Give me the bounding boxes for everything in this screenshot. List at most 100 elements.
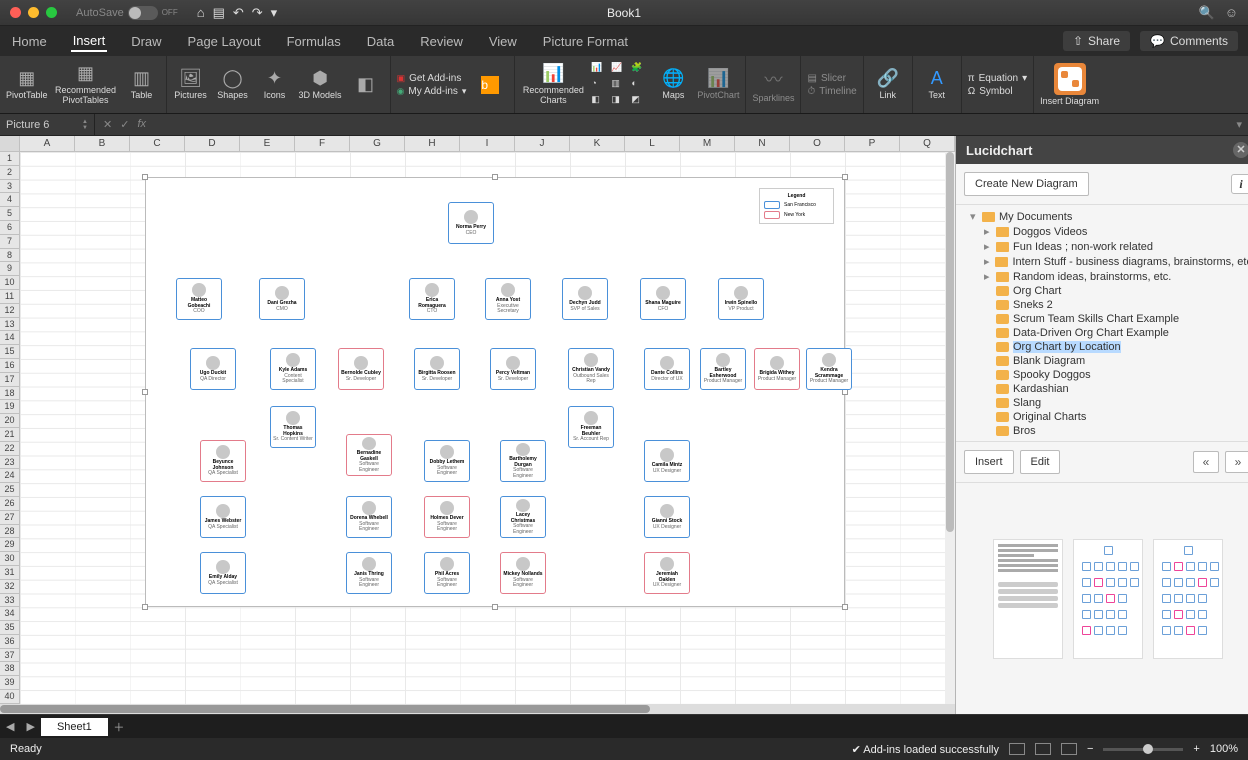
pictures-button[interactable]: 🖼Pictures <box>173 68 209 101</box>
tree-document[interactable]: Data-Driven Org Chart Example <box>960 326 1248 340</box>
resize-handle[interactable] <box>842 604 848 610</box>
row-headers[interactable]: 1234567891011121314151617181920212223242… <box>0 152 20 704</box>
nav-next-button[interactable]: » <box>1225 451 1248 473</box>
qat-more-icon[interactable]: ▾ <box>271 5 278 21</box>
comments-button[interactable]: 💬Comments <box>1140 31 1238 51</box>
tree-document[interactable]: Bros <box>960 424 1248 438</box>
cancel-formula-icon[interactable]: ✕ <box>103 118 112 131</box>
page-previews[interactable] <box>956 482 1248 714</box>
tree-folder[interactable]: ▸Doggos Videos <box>960 224 1248 239</box>
name-box[interactable]: Picture 6 ▲▼ <box>0 114 95 135</box>
resize-handle[interactable] <box>842 174 848 180</box>
table-button[interactable]: ▥Table <box>124 68 160 101</box>
page-break-view-icon[interactable] <box>1061 743 1077 755</box>
tab-home[interactable]: Home <box>10 32 49 51</box>
timeline-button[interactable]: ⏱Timeline <box>807 86 856 97</box>
smartart-button[interactable]: ◧ <box>348 74 384 95</box>
tree-document[interactable]: Org Chart by Location <box>960 340 1248 354</box>
shapes-button[interactable]: ◯Shapes <box>215 68 251 101</box>
nav-prev-button[interactable]: « <box>1193 451 1219 473</box>
window-close-dot[interactable] <box>10 7 21 18</box>
home-icon[interactable]: ⌂ <box>197 5 205 21</box>
info-icon[interactable]: i <box>1231 174 1248 194</box>
tree-document[interactable]: Org Chart <box>960 284 1248 298</box>
close-panel-icon[interactable]: ✕ <box>1233 142 1248 158</box>
sheet-nav-next[interactable]: ▶ <box>20 720 40 733</box>
tab-review[interactable]: Review <box>418 32 465 51</box>
org-chart-picture[interactable]: Legend San Francisco New York Norma Perr… <box>145 177 845 607</box>
window-max-dot[interactable] <box>46 7 57 18</box>
share-button[interactable]: ⇧Share <box>1063 31 1130 51</box>
slicer-button[interactable]: ▤Slicer <box>807 73 856 84</box>
insert-diagram-button[interactable]: Insert Diagram <box>1040 63 1099 107</box>
sparklines-button[interactable]: 〰Sparklines <box>752 66 794 104</box>
bing-addin-button[interactable]: b <box>472 76 508 94</box>
column-headers[interactable]: ABCDEFGHIJKLMNOPQ <box>0 136 955 152</box>
tree-folder[interactable]: ▸Random ideas, brainstorms, etc. <box>960 269 1248 284</box>
icons-button[interactable]: ✦Icons <box>257 68 293 101</box>
tab-page-layout[interactable]: Page Layout <box>186 32 263 51</box>
resize-handle[interactable] <box>142 604 148 610</box>
text-button[interactable]: AText <box>919 68 955 101</box>
tree-document[interactable]: Sneks 2 <box>960 298 1248 312</box>
zoom-out-button[interactable]: − <box>1087 743 1093 755</box>
tab-picture-format[interactable]: Picture Format <box>541 32 630 51</box>
pivotchart-button[interactable]: 📊PivotChart <box>697 68 739 101</box>
tree-document[interactable]: Spooky Doggos <box>960 368 1248 382</box>
autosave-toggle[interactable]: AutoSave OFF <box>76 6 178 20</box>
pivottable-button[interactable]: ▦PivotTable <box>6 68 48 101</box>
tree-folder[interactable]: ▸Intern Stuff - business diagrams, brain… <box>960 254 1248 269</box>
save-icon[interactable]: ▤ <box>213 5 225 21</box>
symbol-button[interactable]: ΩSymbol <box>968 86 1027 97</box>
search-icon[interactable]: 🔍 <box>1199 5 1215 21</box>
link-button[interactable]: 🔗Link <box>870 68 906 101</box>
resize-handle[interactable] <box>492 604 498 610</box>
equation-button[interactable]: πEquation▾ <box>968 73 1027 84</box>
get-addins-button[interactable]: ▣Get Add-ins <box>397 73 467 84</box>
account-icon[interactable]: ☺ <box>1225 5 1238 21</box>
window-min-dot[interactable] <box>28 7 39 18</box>
cell-grid[interactable]: Legend San Francisco New York Norma Perr… <box>20 152 955 704</box>
tab-formulas[interactable]: Formulas <box>285 32 343 51</box>
3d-models-button[interactable]: ⬢3D Models <box>299 68 342 101</box>
page-layout-view-icon[interactable] <box>1035 743 1051 755</box>
tree-document[interactable]: Kardashian <box>960 382 1248 396</box>
rec-charts-button[interactable]: 📊Recommended Charts <box>521 63 585 106</box>
add-sheet-button[interactable]: ＋ <box>108 719 130 735</box>
preview-thumbnail[interactable] <box>993 539 1063 659</box>
panel-edit-button[interactable]: Edit <box>1020 450 1061 474</box>
tree-document[interactable]: Original Charts <box>960 410 1248 424</box>
sheet-nav-prev[interactable]: ◀ <box>0 720 20 733</box>
chart-gallery[interactable]: 📊📈🧩 ◔▥◐ ◧◨◩ <box>591 62 649 108</box>
rec-pivottables-button[interactable]: ▦Recommended PivotTables <box>54 63 118 106</box>
expand-formula-bar[interactable]: ▾ <box>1230 118 1248 131</box>
my-addins-button[interactable]: ◉My Add-ins▾ <box>397 86 467 97</box>
tab-view[interactable]: View <box>487 32 519 51</box>
tree-document[interactable]: Scrum Team Skills Chart Example <box>960 312 1248 326</box>
vertical-scrollbar[interactable] <box>945 152 955 704</box>
document-tree[interactable]: ▾My Documents ▸Doggos Videos▸Fun Ideas ;… <box>956 204 1248 442</box>
undo-icon[interactable]: ↶ <box>233 5 244 21</box>
maps-button[interactable]: 🌐Maps <box>655 68 691 101</box>
redo-icon[interactable]: ↷ <box>252 5 263 21</box>
panel-insert-button[interactable]: Insert <box>964 450 1014 474</box>
resize-handle[interactable] <box>492 174 498 180</box>
sheet-tab[interactable]: Sheet1 <box>41 718 108 736</box>
create-new-diagram-button[interactable]: Create New Diagram <box>964 172 1089 196</box>
horizontal-scrollbar[interactable] <box>0 704 955 714</box>
preview-thumbnail[interactable] <box>1153 539 1223 659</box>
resize-handle[interactable] <box>142 174 148 180</box>
tab-insert[interactable]: Insert <box>71 31 108 52</box>
zoom-in-button[interactable]: + <box>1193 743 1199 755</box>
preview-thumbnail[interactable] <box>1073 539 1143 659</box>
tree-document[interactable]: Slang <box>960 396 1248 410</box>
tree-folder[interactable]: ▸Fun Ideas ; non-work related <box>960 239 1248 254</box>
normal-view-icon[interactable] <box>1009 743 1025 755</box>
zoom-slider[interactable] <box>1103 748 1183 751</box>
tab-draw[interactable]: Draw <box>129 32 163 51</box>
resize-handle[interactable] <box>142 389 148 395</box>
zoom-level[interactable]: 100% <box>1210 743 1238 755</box>
tab-data[interactable]: Data <box>365 32 396 51</box>
fx-icon[interactable]: fx <box>137 118 146 131</box>
tree-document[interactable]: Blank Diagram <box>960 354 1248 368</box>
